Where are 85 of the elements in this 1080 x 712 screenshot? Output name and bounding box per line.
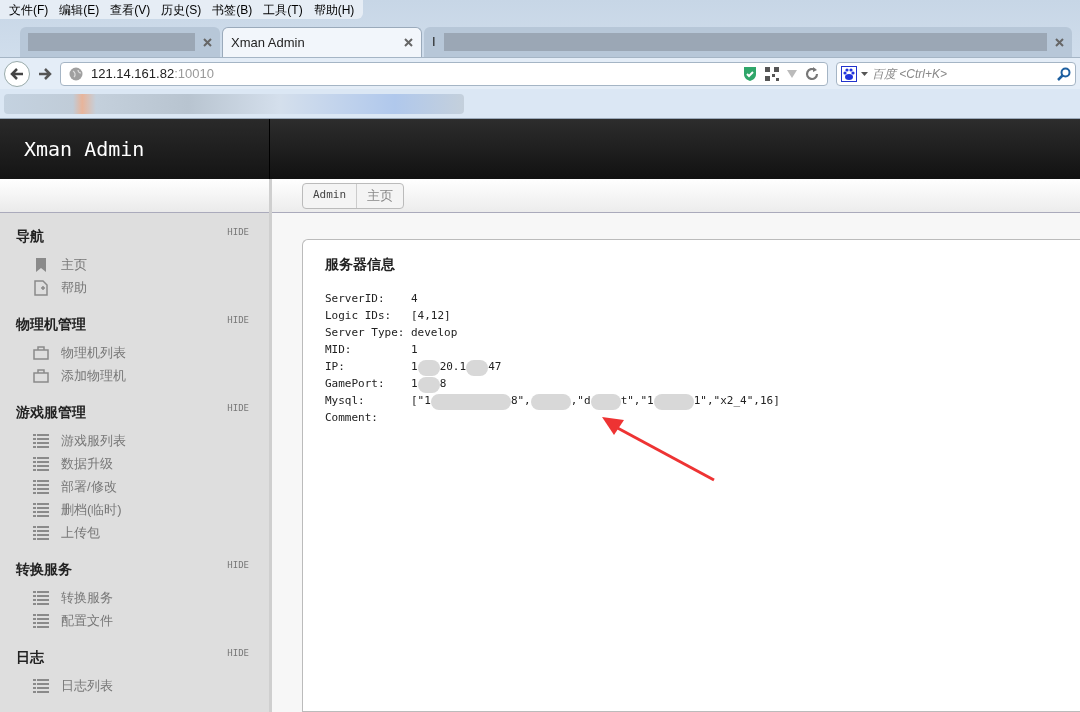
- sidebar-item[interactable]: 转换服务: [16, 586, 253, 609]
- close-icon[interactable]: [203, 37, 212, 47]
- field-label: IP:: [325, 359, 346, 376]
- close-icon[interactable]: [1055, 37, 1064, 47]
- field-label: GamePort:: [325, 376, 386, 393]
- sidebar-item[interactable]: 游戏服列表: [16, 429, 253, 452]
- sidebar-item[interactable]: 物理机列表: [16, 341, 253, 364]
- paw-icon[interactable]: [841, 65, 857, 82]
- caret-icon: [861, 71, 868, 76]
- hide-link[interactable]: HIDE: [227, 402, 249, 416]
- globe-icon: [69, 66, 83, 81]
- list-icon: [33, 433, 49, 448]
- tab-title: Xman Admin: [231, 33, 305, 52]
- redaction-blur: [590, 393, 621, 410]
- menu-item[interactable]: 历史(S): [156, 0, 207, 19]
- sidebar-item[interactable]: 配置文件: [16, 609, 253, 632]
- field-label: MID:: [325, 342, 353, 359]
- hide-link[interactable]: HIDE: [227, 647, 249, 661]
- menu-item[interactable]: 编辑(E): [54, 0, 105, 19]
- sidebar-item[interactable]: 添加物理机: [16, 364, 253, 387]
- tab-title: I: [432, 33, 436, 52]
- briefcase-icon: [33, 368, 49, 383]
- briefcase-icon: [33, 345, 49, 360]
- search-input[interactable]: 百度 <Ctrl+K>: [872, 64, 1053, 83]
- menu-item[interactable]: 工具(T): [258, 0, 308, 19]
- field-value: develop: [411, 325, 458, 342]
- field-value: 1 8: [411, 376, 447, 393]
- shield-check-icon[interactable]: [743, 65, 757, 82]
- breadcrumb-item[interactable]: 主页: [357, 183, 404, 208]
- browser-tab[interactable]: I: [424, 27, 1072, 57]
- list-icon: [33, 678, 49, 693]
- list-icon: [33, 479, 49, 494]
- hide-link[interactable]: HIDE: [227, 226, 249, 240]
- document-plus-icon: [34, 279, 48, 296]
- field-label: Logic IDs:: [325, 308, 393, 325]
- reload-icon[interactable]: [805, 66, 819, 81]
- redaction-blur: [417, 359, 440, 376]
- redaction-blur: [530, 393, 571, 410]
- qr-code-icon[interactable]: [765, 66, 779, 81]
- breadcrumb-item[interactable]: Admin: [303, 183, 358, 208]
- field-value: 1 20.1 47: [411, 359, 502, 376]
- hide-link[interactable]: HIDE: [227, 314, 249, 328]
- list-icon: [33, 502, 49, 517]
- section-title: 游戏服管理: [16, 403, 86, 422]
- sidebar-item[interactable]: 帮助: [16, 276, 253, 299]
- url-text: 121.14.161.82:10010: [91, 64, 214, 83]
- field-label: ServerID:: [325, 291, 386, 308]
- hide-link[interactable]: HIDE: [227, 559, 249, 573]
- sidebar-item[interactable]: 主页: [16, 253, 253, 276]
- browser-tab[interactable]: Xman Admin: [222, 27, 422, 57]
- list-icon: [33, 613, 49, 628]
- sidebar-item[interactable]: 上传包: [16, 521, 253, 544]
- menu-item[interactable]: 帮助(H): [308, 0, 360, 19]
- field-label: Server Type:: [325, 325, 406, 342]
- list-icon: [33, 525, 49, 540]
- field-value: [4,12]: [411, 308, 451, 325]
- list-icon: [33, 456, 49, 471]
- sidebar-item[interactable]: 删档(临时): [16, 498, 253, 521]
- close-icon[interactable]: [404, 38, 413, 47]
- search-field[interactable]: 百度 <Ctrl+K>: [836, 61, 1076, 86]
- field-value: ["1 8", ,"d t","1 1","x2_4",16]: [411, 393, 780, 410]
- field-value: 4: [411, 291, 418, 308]
- section-title: 导航: [16, 227, 44, 246]
- field-label: Comment:: [325, 410, 379, 427]
- field-label: Mysql:: [325, 393, 366, 410]
- section-title: 转换服务: [16, 560, 72, 579]
- address-bar[interactable]: 121.14.161.82:10010: [60, 61, 828, 86]
- list-icon: [33, 590, 49, 605]
- search-icon[interactable]: [1057, 66, 1071, 81]
- bookmark-icon: [35, 257, 47, 272]
- forward-arrow-icon[interactable]: [38, 67, 52, 80]
- menu-item[interactable]: 书签(B): [207, 0, 258, 19]
- field-value: 1: [411, 342, 418, 359]
- section-title: 物理机管理: [16, 315, 86, 334]
- panel-title: 服务器信息: [325, 255, 396, 274]
- redaction-blur: [653, 393, 694, 410]
- sidebar-item[interactable]: 部署/修改: [16, 475, 253, 498]
- redaction-blur: [466, 359, 489, 376]
- sidebar-item[interactable]: 数据升级: [16, 452, 253, 475]
- back-button[interactable]: [4, 60, 30, 87]
- menu-item[interactable]: 文件(F): [4, 0, 54, 19]
- section-title: 日志: [16, 648, 44, 667]
- sidebar-item[interactable]: 日志列表: [16, 674, 253, 697]
- menu-item[interactable]: 查看(V): [105, 0, 156, 19]
- left-arrow-icon: [10, 67, 24, 80]
